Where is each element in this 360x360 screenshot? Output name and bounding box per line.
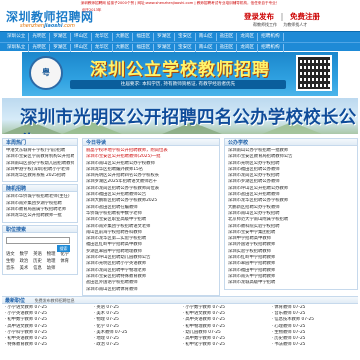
headline-banner[interactable]: 深圳市光明区公开招聘四名公办学校校长公告	[2, 98, 358, 134]
header-links: 登录发布 | 免费注册	[244, 11, 324, 22]
badge-logo: 粤	[29, 56, 63, 90]
nav-item[interactable]: 宝安区	[175, 33, 196, 41]
nav-item[interactable]: 深圳私立	[4, 43, 30, 52]
list-item[interactable]: 深圳市宝安区学前教育机构公开招聘	[6, 154, 74, 160]
latest-jobs-grid: 小学语文教师 07-25英语 07-25小学数学教师 07-25体育教师 07-…	[2, 305, 358, 348]
job-item[interactable]: 政治 07-25	[91, 342, 180, 348]
site-header: 深圳教师招聘网 创于2013年 shenzhenjiaoshi.com 登录发布…	[0, 7, 360, 31]
main-nav: 深圳公立 光明区 罗湖区 坪山区 龙华区 大鹏区 福田区 罗湖区 宝安区 南山区 盐田区 龙岗区 招聘机…	[0, 31, 360, 52]
subject-tag[interactable]: 语文	[6, 251, 15, 258]
list-item[interactable]: 深圳市龙城高级中学招聘	[228, 280, 354, 286]
header-slogans: 帮教师找工作 为教师找人才	[253, 22, 312, 28]
middle-column: 今日导读 丽晶学校坪地学校公开招聘教师，附岗位表 深圳市宝安区公开招聘教师(202…	[82, 138, 220, 296]
banner-title: 深圳公立学校教师招聘	[90, 60, 270, 80]
search-button[interactable]: 搜索	[57, 244, 70, 252]
left-column: 本周热门 中港文东城骨干学校(学前)招聘 深圳市宝安区学前教育机构公开招聘 深圳南山…	[2, 138, 78, 275]
job-item[interactable]: 书法教师 07-25	[269, 342, 358, 348]
nav-item[interactable]: 大鹏区	[113, 43, 134, 52]
search-box: 搜索 语文 数学 英语 物理 化学生物 政治 历史 地理 体育音乐 美术 信息 幼师	[2, 232, 78, 275]
job-item[interactable]: 特殊教育教师 07-25	[2, 342, 91, 348]
subject-tag[interactable]: 物理	[47, 251, 56, 258]
nav-item[interactable]: 罗湖区	[154, 43, 175, 52]
subject-tag[interactable]: 体育	[60, 258, 69, 265]
section-title: 随机招聘	[2, 184, 78, 193]
nav-item[interactable]: 招聘机构	[258, 33, 284, 41]
list-item[interactable]: 深圳龙华区公开招聘教师一批	[6, 213, 74, 219]
nav-item[interactable]: 盐田区	[217, 33, 238, 41]
slogan: 帮教师找工作	[253, 22, 277, 27]
site-domain: shenzhenjiaoshi.com	[20, 23, 75, 29]
subject-tag[interactable]: 历史	[33, 258, 42, 265]
subject-tag[interactable]: 英语	[33, 251, 42, 258]
nav-item[interactable]: 罗湖区	[154, 33, 175, 41]
nav-item[interactable]: 龙岗区	[237, 33, 259, 41]
hot-list: 中港文东城骨干学校(学前)招聘 深圳市宝安区学前教育机构公开招聘 深圳南山区部分学校…	[2, 146, 78, 183]
subject-tag[interactable]: 信息	[33, 265, 42, 272]
nav-item[interactable]: 招聘机构	[258, 43, 284, 52]
list-item[interactable]: 深圳市华侨城学校招聘老师(主任)	[6, 194, 74, 200]
nav-item[interactable]: 坪山区	[71, 43, 92, 52]
section-title: 今日导读	[82, 138, 220, 146]
subject-tag[interactable]: 化学	[60, 251, 69, 258]
register-link[interactable]: 免费注册	[290, 12, 320, 21]
nav-row-public: 深圳公立 光明区 罗湖区 坪山区 龙华区 大鹏区 福田区 罗湖区 宝安区 南山区 盐田区 龙岗区 招聘机…	[0, 32, 360, 42]
nav-item[interactable]: 深圳公立	[4, 33, 30, 41]
random-list: 深圳市华侨城学校招聘老师(主任) 深圳市南外集团罗湖学校招聘 深圳市教育局直属学校招…	[2, 192, 78, 223]
nav-item[interactable]: 南山区	[196, 43, 217, 52]
right-column: 公办学校 深圳南山公办学校招聘一批教师 深圳市宝安区教育局招聘教师公告 深圳市光明区…	[224, 138, 358, 290]
search-input[interactable]	[6, 236, 70, 244]
ad-banner[interactable]: 粤 深圳公立学校教师招聘 往届要求: 本科学历, 持有教师资格证, 有教学经验者…	[22, 52, 338, 96]
subject-tags: 语文 数学 英语 物理 化学生物 政治 历史 地理 体育音乐 美术 信息 幼师	[6, 251, 74, 272]
slogan: 为教师找人才	[283, 22, 308, 27]
nav-item[interactable]: 坪山区	[71, 33, 92, 41]
section-title: 职位搜索	[2, 224, 78, 233]
list-item[interactable]: 深圳南山区部分学校幼儿园招聘教师	[6, 161, 74, 167]
subject-tag[interactable]: 美术	[20, 265, 29, 272]
latest-jobs-header: 最新职位 免费发布教师招聘信息	[2, 296, 358, 304]
section-title: 公办学校	[224, 138, 358, 146]
subject-tag[interactable]: 幼师	[47, 265, 56, 272]
list-item[interactable]: 深圳龙华区教育系统 2025招聘	[6, 173, 74, 179]
headline-title: 深圳市光明区公开招聘四名公办学校校长公告	[20, 108, 357, 134]
nav-item[interactable]: 龙华区	[92, 43, 113, 52]
today-list: 丽晶学校坪地学校公开招聘教师，附岗位表 深圳市宝安区公开招聘教师(2025)一批深…	[82, 146, 220, 296]
nav-item[interactable]: 罗湖区	[50, 33, 71, 41]
nav-item[interactable]: 龙华区	[92, 33, 113, 41]
list-item[interactable]: 深圳市南山区招聘体育教师	[86, 287, 216, 293]
nav-item[interactable]: 大鹏区	[113, 33, 134, 41]
nav-item[interactable]: 福田区	[133, 33, 155, 41]
nav-item[interactable]: 宝安区	[175, 43, 196, 52]
logo-date: 创于2013年	[82, 8, 102, 12]
nav-item[interactable]: 盐田区	[217, 43, 238, 52]
section-title: 最新职位	[5, 298, 26, 304]
public-school-list: 深圳南山公办学校招聘一批教师 深圳市宝安区教育局招聘教师公告 深圳市光明区公办学校招…	[224, 146, 358, 290]
subject-tag[interactable]: 音乐	[6, 265, 15, 272]
section-subtitle: 免费发布教师招聘信息	[34, 298, 75, 303]
nav-item[interactable]: 光明区	[29, 43, 51, 52]
top-notice: 深圳教师招聘网 给孩子2000个赞 | 网址:www.shenzhenjiaos…	[80, 1, 280, 5]
nav-item[interactable]: 南山区	[196, 33, 217, 41]
subject-tag[interactable]: 数学	[20, 251, 29, 258]
nav-row-private: 深圳私立 光明区 罗湖区 坪山区 龙华区 大鹏区 福田区 罗湖区 宝安区 南山区 盐田区 龙岗区 招聘机…	[0, 42, 360, 52]
nav-item[interactable]: 罗湖区	[50, 43, 71, 52]
job-item[interactable]: 初中化学教师 07-25	[180, 342, 269, 348]
nav-item[interactable]: 光明区	[29, 33, 51, 41]
subject-tag[interactable]: 生物	[6, 258, 15, 265]
subject-tag[interactable]: 地理	[47, 258, 56, 265]
section-title: 本周热门	[2, 138, 78, 146]
nav-item[interactable]: 龙岗区	[237, 43, 259, 52]
qr-code-icon	[296, 55, 332, 91]
banner-subtitle: 往届要求: 本科学历, 持有教师资格证, 有教学经验者优先	[70, 80, 286, 89]
subject-tag[interactable]: 政治	[20, 258, 29, 265]
login-link[interactable]: 登录发布	[244, 12, 274, 21]
nav-item[interactable]: 福田区	[133, 43, 155, 52]
divider: |	[280, 12, 284, 21]
